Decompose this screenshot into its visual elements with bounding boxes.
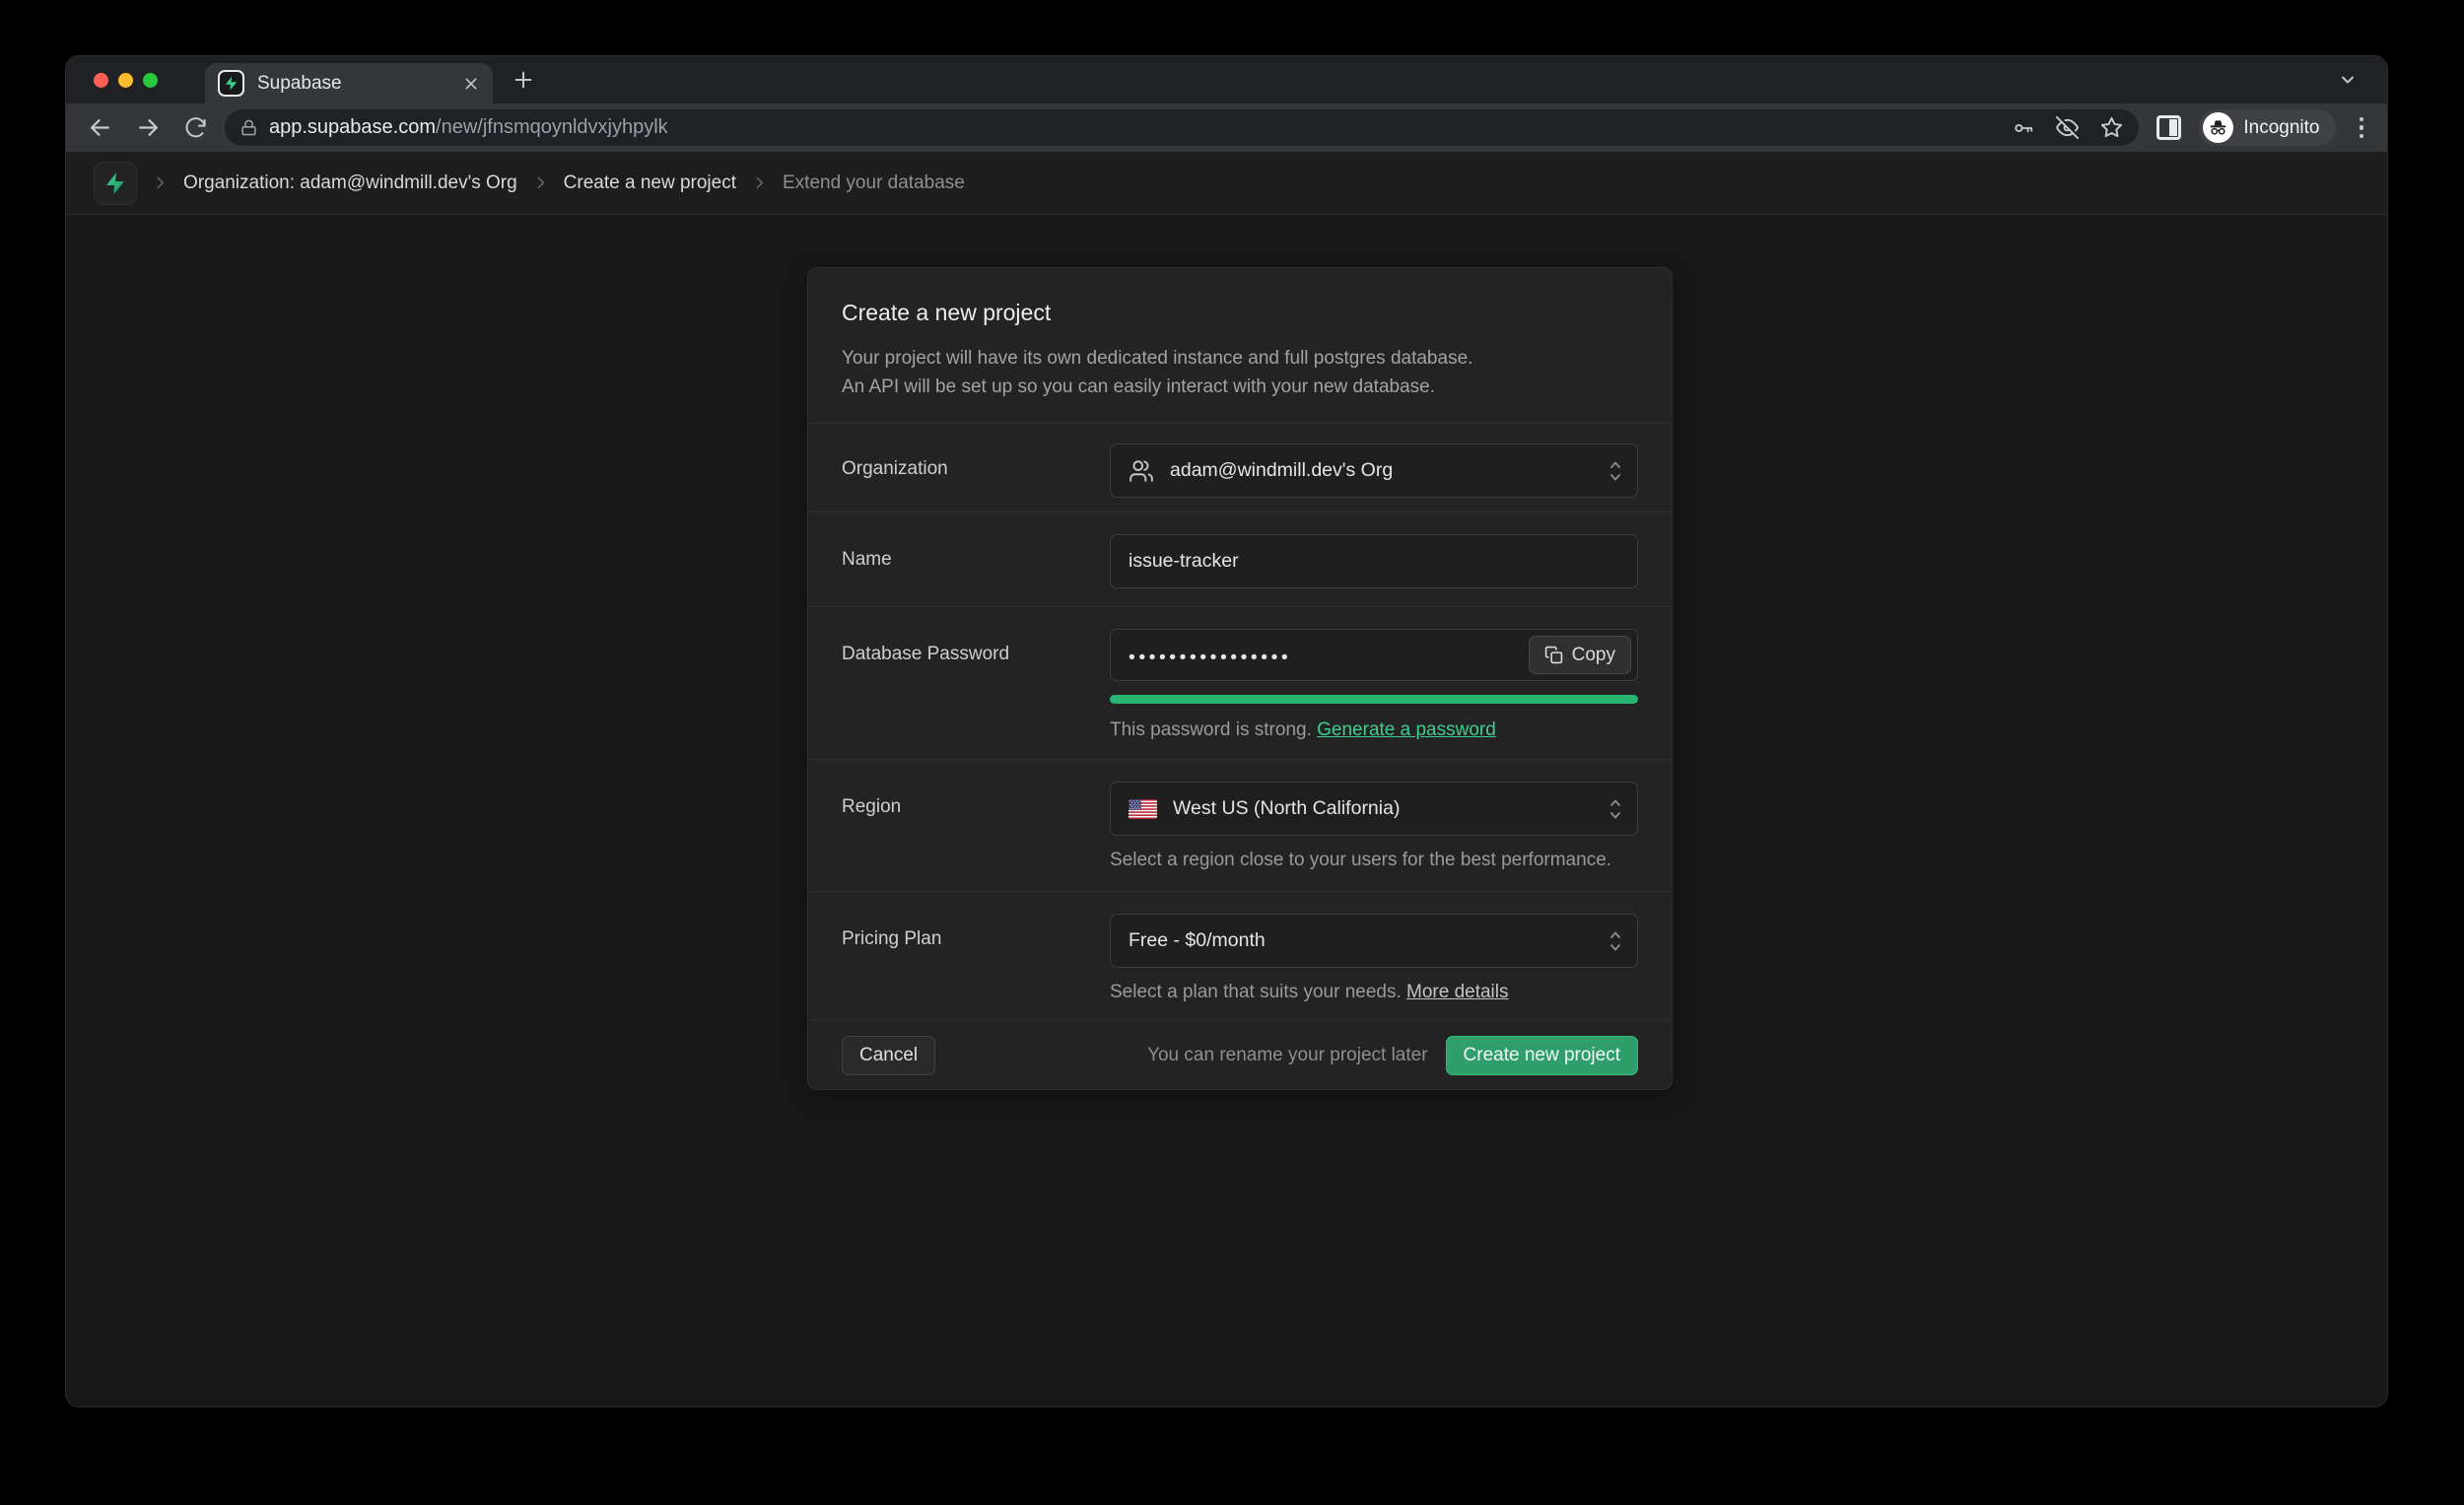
tab-close-icon[interactable] xyxy=(463,76,479,92)
name-row: Name issue-tracker xyxy=(808,513,1672,606)
copy-icon xyxy=(1544,646,1563,664)
pricing-value: Free - $0/month xyxy=(1129,929,1598,952)
url-text: app.supabase.com/new/jfnsmqoynldvxjyhpyl… xyxy=(269,116,2001,139)
password-row: Database Password •••••••••••••••• Copy xyxy=(808,607,1672,759)
more-details-link[interactable]: More details xyxy=(1406,982,1509,1002)
chevron-right-icon xyxy=(532,174,549,191)
region-helper: Select a region close to your users for … xyxy=(1110,848,1638,873)
breadcrumb-extend-database: Extend your database xyxy=(783,172,965,194)
minimize-window-button[interactable] xyxy=(118,73,133,88)
organization-select[interactable]: adam@windmill.dev's Org xyxy=(1110,444,1638,498)
back-icon[interactable] xyxy=(88,115,112,140)
name-label: Name xyxy=(842,534,1110,588)
supabase-logo-icon[interactable] xyxy=(94,162,137,205)
card-header: Create a new project Your project will h… xyxy=(808,268,1672,423)
url-path: /new/jfnsmqoynldvxjyhpylk xyxy=(436,116,668,138)
lock-icon xyxy=(240,119,257,136)
copy-label: Copy xyxy=(1572,645,1615,666)
select-chevrons-icon xyxy=(1608,456,1623,486)
incognito-label: Incognito xyxy=(2243,117,2319,139)
side-panel-icon[interactable] xyxy=(2156,115,2181,140)
url-bar[interactable]: app.supabase.com/new/jfnsmqoynldvxjyhpyl… xyxy=(225,109,2139,146)
us-flag-icon xyxy=(1129,799,1157,819)
generate-password-link[interactable]: Generate a password xyxy=(1317,719,1496,740)
select-chevrons-icon xyxy=(1608,794,1623,824)
organization-row: Organization adam@windmill.dev's Org xyxy=(808,424,1672,512)
close-window-button[interactable] xyxy=(94,73,108,88)
browser-tab[interactable]: Supabase xyxy=(205,63,493,103)
pricing-select[interactable]: Free - $0/month xyxy=(1110,914,1638,968)
password-masked-value: •••••••••••••••• xyxy=(1129,643,1509,668)
name-input[interactable]: issue-tracker xyxy=(1110,534,1638,588)
reload-icon[interactable] xyxy=(184,116,207,139)
card-footer: Cancel You can rename your project later… xyxy=(808,1020,1672,1089)
region-value: West US (North California) xyxy=(1173,797,1598,820)
create-new-project-button[interactable]: Create new project xyxy=(1446,1036,1638,1075)
incognito-badge: Incognito xyxy=(2199,109,2335,146)
tab-title: Supabase xyxy=(257,73,463,95)
region-select[interactable]: West US (North California) xyxy=(1110,782,1638,836)
page-content: Create a new project Your project will h… xyxy=(66,215,2387,1407)
chevron-right-icon xyxy=(152,174,169,191)
window-controls xyxy=(66,73,158,88)
tab-strip: Supabase xyxy=(66,56,2387,103)
users-icon xyxy=(1129,458,1154,484)
pricing-helper-text: Select a plan that suits your needs. xyxy=(1110,982,1406,1002)
chevron-right-icon xyxy=(751,174,768,191)
incognito-icon xyxy=(2203,112,2233,143)
region-row: Region West US (North California) Select… xyxy=(808,760,1672,891)
password-strength-text: This password is strong. xyxy=(1110,719,1317,740)
app-header: Organization: adam@windmill.dev's Org Cr… xyxy=(66,152,2387,215)
browser-toolbar: app.supabase.com/new/jfnsmqoynldvxjyhpyl… xyxy=(66,103,2387,152)
bookmark-star-icon[interactable] xyxy=(2100,116,2123,139)
eye-off-icon[interactable] xyxy=(2056,116,2079,139)
password-strength-bar xyxy=(1110,695,1638,704)
new-tab-button[interactable] xyxy=(513,69,534,91)
password-key-icon[interactable] xyxy=(2013,117,2034,139)
page-title: Create a new project xyxy=(842,300,1638,326)
password-helper: This password is strong. Generate a pass… xyxy=(1110,718,1638,743)
description-line-1: Your project will have its own dedicated… xyxy=(842,344,1638,373)
forward-icon[interactable] xyxy=(136,115,161,140)
pricing-row: Pricing Plan Free - $0/month Select a pl… xyxy=(808,892,1672,1019)
browser-menu-icon[interactable] xyxy=(2356,113,2368,143)
organization-value: adam@windmill.dev's Org xyxy=(1170,459,1598,482)
breadcrumb-organization[interactable]: Organization: adam@windmill.dev's Org xyxy=(183,172,517,194)
organization-label: Organization xyxy=(842,444,1110,498)
zoom-window-button[interactable] xyxy=(143,73,158,88)
cancel-button[interactable]: Cancel xyxy=(842,1036,935,1075)
password-label: Database Password xyxy=(842,629,1110,743)
tab-search-chevron-icon[interactable] xyxy=(2338,70,2358,90)
pricing-label: Pricing Plan xyxy=(842,914,1110,1005)
name-value: issue-tracker xyxy=(1129,550,1623,573)
rename-note: You can rename your project later xyxy=(1147,1045,1427,1066)
copy-button[interactable]: Copy xyxy=(1529,636,1631,674)
browser-window: Supabase a xyxy=(65,55,2388,1407)
region-label: Region xyxy=(842,782,1110,873)
supabase-favicon-icon xyxy=(218,70,244,97)
breadcrumb-create-project[interactable]: Create a new project xyxy=(564,172,736,194)
pricing-helper: Select a plan that suits your needs. Mor… xyxy=(1110,980,1638,1005)
url-domain: app.supabase.com xyxy=(269,116,436,138)
create-project-card: Create a new project Your project will h… xyxy=(807,267,1673,1090)
select-chevrons-icon xyxy=(1608,926,1623,956)
description-line-2: An API will be set up so you can easily … xyxy=(842,373,1638,401)
